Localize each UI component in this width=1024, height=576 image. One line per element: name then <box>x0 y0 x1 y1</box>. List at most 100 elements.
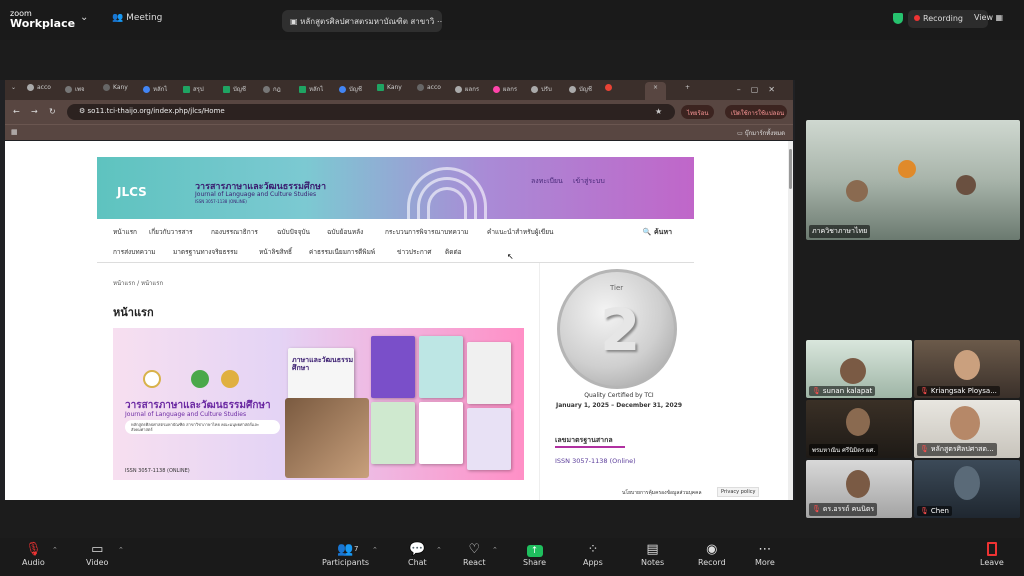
scroll-thumb[interactable] <box>789 149 792 189</box>
browser-tab[interactable]: กฎ <box>263 84 281 98</box>
nav-submission[interactable]: การส่งบทความ <box>113 247 156 257</box>
mouse-cursor-icon: ↖ <box>507 252 514 261</box>
reload-icon[interactable]: ↻ <box>49 107 56 116</box>
browser-tab[interactable]: acco <box>27 84 51 98</box>
browser-tab[interactable]: หลักไ <box>299 84 323 98</box>
nav-announcements[interactable]: ข่าวประกาศ <box>397 247 432 257</box>
badge-period: January 1, 2025 – December 31, 2029 <box>555 402 682 409</box>
nav-about[interactable]: เกี่ยวกับวารสาร <box>149 227 193 237</box>
nav-home[interactable]: หน้าแรก <box>113 227 137 237</box>
browser-tab[interactable]: เพจ <box>65 84 85 98</box>
extension-button[interactable]: เปิดใช้การใช้แปลอน <box>725 105 787 119</box>
browser-tab[interactable]: ผลกร <box>493 84 517 98</box>
shield-icon[interactable] <box>893 13 903 24</box>
nav-current[interactable]: ฉบับปัจจุบัน <box>277 227 310 237</box>
tab-label: acco <box>427 84 441 91</box>
participant-tile[interactable]: 🎙 Kriangsak Ploysa... <box>914 340 1020 398</box>
privacy-link-th[interactable]: นโยบายการคุ้มครองข้อมูลส่วนบุคคล <box>622 489 702 497</box>
nav-fees[interactable]: ค่าธรรมเนียมการตีพิมพ์ <box>309 247 375 257</box>
participant-tile[interactable]: ภาควิชาภาษาไทย <box>806 120 1020 240</box>
back-icon[interactable]: ← <box>13 107 20 116</box>
new-tab-button[interactable]: + <box>685 84 690 98</box>
search-link[interactable]: 🔍 ค้นหา <box>643 227 672 238</box>
tab-search-icon[interactable]: ⌄ <box>11 84 16 98</box>
apps-button[interactable]: ⁘ Apps <box>583 542 603 567</box>
participant-name: 🎙 Chen <box>917 506 952 516</box>
notes-label: Notes <box>641 558 665 567</box>
browser-tab[interactable]: บัญชี <box>339 84 362 98</box>
extension-button[interactable]: ไทยร้อน <box>681 105 715 119</box>
tier-number: 2 <box>600 296 641 364</box>
browser-tab[interactable]: ปรับ <box>531 84 552 98</box>
sidebar-issn[interactable]: ISSN 3057-1138 (Online) <box>555 457 636 465</box>
nav-editorial[interactable]: กองบรรณาธิการ <box>211 227 258 237</box>
shared-window-title: หลักสูตรศิลปศาสตรมหาบัณฑิต สาขาวิ <box>300 17 435 26</box>
chat-button[interactable]: 💬 Chat <box>408 542 427 567</box>
share-screen-icon: ↑ <box>523 542 546 558</box>
tab-label: บัญชี <box>579 86 592 93</box>
more-icon[interactable]: ⋯ <box>437 17 442 26</box>
view-button[interactable]: View ▦ <box>974 13 1003 22</box>
video-options-caret[interactable]: ⌃ <box>118 546 124 554</box>
nav-copyright[interactable]: หน้าลิขสิทธิ์ <box>259 247 292 257</box>
browser-tab[interactable]: สรุป <box>183 84 204 98</box>
share-button[interactable]: ↑ Share <box>523 542 546 567</box>
leave-button[interactable]: Leave <box>980 542 1004 567</box>
nav-ethics[interactable]: มาตรฐานทางจริยธรรม <box>173 247 238 257</box>
video-button[interactable]: ▭ Video <box>86 542 108 567</box>
browser-tab[interactable]: บัญชี <box>569 84 592 98</box>
nav-review-process[interactable]: กระบวนการพิจารณาบทความ <box>385 227 468 237</box>
mic-muted-icon: 🎙 <box>920 387 929 395</box>
browser-tab[interactable]: Kany <box>103 84 128 98</box>
participant-tile[interactable]: 🎙 ดร.อรรถ์ คนนิตร <box>806 460 912 518</box>
nav-archives[interactable]: ฉบับย้อนหลัง <box>327 227 363 237</box>
browser-tab[interactable]: บัญชี <box>223 84 246 98</box>
record-button[interactable]: ◉ Record <box>698 542 726 567</box>
site-banner: JLCS วารสารภาษาและวัฒนธรรมศึกษา Journal … <box>97 157 694 222</box>
url-field[interactable]: ⚙ so11.tci-thaijo.org/index.php/jlcs/Hom… <box>67 104 675 120</box>
register-link[interactable]: ลงทะเบียน <box>531 176 563 187</box>
browser-tab[interactable]: ผลกร <box>455 84 479 98</box>
breadcrumb-current: หน้าแรก <box>141 280 164 287</box>
apps-grid-icon[interactable]: ▦ <box>11 128 18 136</box>
chat-options-caret[interactable]: ⌃ <box>436 546 442 554</box>
browser-tab[interactable] <box>605 84 615 98</box>
login-link[interactable]: เข้าสู่ระบบ <box>573 176 605 187</box>
chevron-down-icon[interactable]: ⌄ <box>80 12 88 23</box>
react-button[interactable]: ♡ React <box>463 542 486 567</box>
participant-tile[interactable]: 🎙 หลักสูตรศิลปศาสต... <box>914 400 1020 458</box>
more-button[interactable]: ⋯ More <box>755 542 775 567</box>
window-controls[interactable]: –▢✕ <box>737 85 785 94</box>
participant-tile[interactable]: พรมหาณิน ศรีนิมิตร ผศ. <box>806 400 912 458</box>
react-options-caret[interactable]: ⌃ <box>492 546 498 554</box>
audio-button[interactable]: 🎙 Audio <box>22 542 45 567</box>
audio-options-caret[interactable]: ⌃ <box>52 546 58 554</box>
participants-options-caret[interactable]: ⌃ <box>372 546 378 554</box>
mic-muted-icon: 🎙 <box>25 542 42 557</box>
bookmark-star-icon[interactable]: ★ <box>655 107 662 116</box>
privacy-policy-button[interactable]: Privacy policy <box>717 487 760 497</box>
page-scrollbar[interactable] <box>788 141 793 500</box>
close-icon[interactable]: × <box>653 84 658 91</box>
participant-tile[interactable]: 🎙 Chen <box>914 460 1020 518</box>
participant-name-label: Chen <box>930 507 949 515</box>
participant-tile[interactable]: 🎙 sunan kalapat <box>806 340 912 398</box>
forward-icon[interactable]: → <box>31 107 38 116</box>
meeting-tab[interactable]: 👥 Meeting <box>112 13 162 23</box>
participant-name: 🎙 Kriangsak Ploysa... <box>917 386 1000 396</box>
bookmarks-folder[interactable]: ▭ บุ๊กมาร์กทั้งหมด <box>737 128 785 138</box>
shared-window-pill[interactable]: ▣ หลักสูตรศิลปศาสตรมหาบัณฑิต สาขาวิ ⋯ <box>282 10 442 32</box>
browser-tab[interactable]: Kany <box>377 84 402 98</box>
browser-tab-active[interactable]: × <box>645 82 667 100</box>
browser-tab[interactable]: acco <box>417 84 441 98</box>
site-logo[interactable]: JLCS <box>117 185 147 199</box>
participants-button[interactable]: 👥 Participants <box>322 542 369 567</box>
site-info-icon[interactable]: ⚙ <box>79 107 88 115</box>
tab-label: acco <box>37 84 51 91</box>
nav-author-guidelines[interactable]: คำแนะนำสำหรับผู้เขียน <box>487 227 553 237</box>
browser-tab[interactable]: หลักไ <box>143 84 167 98</box>
apps-icon: ⁘ <box>587 542 599 557</box>
notes-button[interactable]: ▤ Notes <box>641 542 664 567</box>
nav-contact[interactable]: ติดต่อ <box>445 247 462 257</box>
breadcrumb-home[interactable]: หน้าแรก <box>113 280 135 287</box>
